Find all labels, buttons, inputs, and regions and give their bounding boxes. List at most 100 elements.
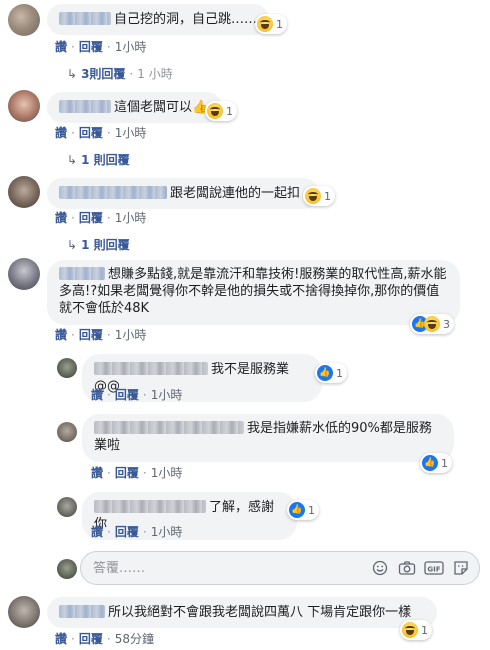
separator: · xyxy=(129,67,134,81)
avatar[interactable] xyxy=(8,176,40,208)
view-replies-link[interactable]: ↳ 3則回覆 · 1 小時 xyxy=(67,65,173,82)
reply-input[interactable] xyxy=(93,560,363,576)
like-link[interactable]: 讚 xyxy=(55,211,67,225)
avatar[interactable] xyxy=(8,90,40,122)
smiley-icon[interactable] xyxy=(370,558,390,578)
timestamp[interactable]: 1小時 xyxy=(115,126,147,140)
view-replies-link[interactable]: ↳ 1 則回覆 xyxy=(67,151,130,168)
gif-icon[interactable]: GIF xyxy=(424,558,444,578)
reaction-count: 1 xyxy=(441,456,448,470)
replies-count[interactable]: 3則回覆 xyxy=(81,67,125,81)
separator: · xyxy=(71,328,75,342)
reaction-summary[interactable]: 1 xyxy=(255,14,287,34)
reply-arrow-icon: ↳ xyxy=(67,238,78,252)
haha-icon xyxy=(305,188,321,204)
redacted-name[interactable] xyxy=(94,500,206,513)
like-link[interactable]: 讚 xyxy=(91,388,103,402)
reaction-count: 1 xyxy=(324,189,331,203)
timestamp[interactable]: 1小時 xyxy=(151,525,183,539)
like-link[interactable]: 讚 xyxy=(55,632,67,646)
redacted-name[interactable] xyxy=(59,186,167,199)
sticker-icon[interactable] xyxy=(451,558,471,578)
redacted-name[interactable] xyxy=(94,421,244,434)
timestamp[interactable]: 1小時 xyxy=(151,388,183,402)
redacted-name[interactable] xyxy=(59,267,105,280)
comment-bubble: 所以我絕對不會跟我老闆說四萬八 下場肯定跟你一樣 xyxy=(47,597,437,628)
comment-text: 所以我絕對不會跟我老闆說四萬八 下場肯定跟你一樣 xyxy=(108,605,412,620)
comment-actions: 讚 · 回覆 · 1小時 xyxy=(55,209,146,226)
view-replies-link[interactable]: ↳ 1 則回覆 xyxy=(67,236,130,253)
reply-link[interactable]: 回覆 xyxy=(79,40,103,54)
reply-link[interactable]: 回覆 xyxy=(115,388,139,402)
comment-text: 自己挖的洞，自己跳…… xyxy=(114,12,258,27)
avatar[interactable] xyxy=(8,596,40,628)
camera-icon[interactable] xyxy=(397,558,417,578)
reaction-summary[interactable]: 👍 3 xyxy=(410,314,454,334)
replies-count[interactable]: 1 則回覆 xyxy=(81,238,130,252)
separator: · xyxy=(106,632,111,646)
reaction-summary[interactable]: 1 xyxy=(400,620,432,640)
avatar[interactable] xyxy=(57,422,77,442)
haha-icon xyxy=(207,103,223,119)
redacted-name[interactable] xyxy=(59,12,111,25)
redacted-name[interactable] xyxy=(59,100,111,113)
reply-link[interactable]: 回覆 xyxy=(79,632,103,646)
separator: · xyxy=(142,388,147,402)
reply-bubble: 我是指嫌薪水低的90%都是服務業啦 xyxy=(82,414,454,462)
reply-link[interactable]: 回覆 xyxy=(79,126,103,140)
reply-arrow-icon: ↳ xyxy=(67,67,78,81)
separator: · xyxy=(107,388,111,402)
gif-label: GIF xyxy=(427,566,440,574)
reaction-summary[interactable]: 👍 1 xyxy=(315,363,347,383)
separator: · xyxy=(106,211,111,225)
redacted-name[interactable] xyxy=(94,362,208,375)
timestamp[interactable]: 1小時 xyxy=(115,40,147,54)
separator: · xyxy=(106,40,111,54)
like-link[interactable]: 讚 xyxy=(91,525,103,539)
reaction-summary[interactable]: 👍 1 xyxy=(287,500,319,520)
avatar[interactable] xyxy=(57,497,77,517)
like-link[interactable]: 讚 xyxy=(55,40,67,54)
reply-link[interactable]: 回覆 xyxy=(115,466,139,480)
redacted-name[interactable] xyxy=(59,605,105,618)
timestamp[interactable]: 1小時 xyxy=(151,466,183,480)
reply-arrow-icon: ↳ xyxy=(67,153,78,167)
timestamp[interactable]: 1小時 xyxy=(115,211,147,225)
timestamp[interactable]: 58分鐘 xyxy=(115,632,154,646)
avatar[interactable] xyxy=(8,258,40,290)
like-link[interactable]: 讚 xyxy=(55,328,67,342)
reply-link[interactable]: 回覆 xyxy=(79,328,103,342)
reaction-count: 1 xyxy=(226,104,233,118)
comment-bubble: 這個老闆可以👍 xyxy=(47,92,222,123)
replies-time: 1 小時 xyxy=(137,67,173,81)
reaction-summary[interactable]: 1 xyxy=(303,186,335,206)
reaction-summary[interactable]: 1 xyxy=(205,101,237,121)
comment-bubble: 想賺多點錢,就是靠流汗和靠技術!服務業的取代性高,薪水能多高!?如果老闆覺得你不… xyxy=(47,260,460,325)
avatar[interactable] xyxy=(8,4,40,36)
timestamp[interactable]: 1小時 xyxy=(115,328,147,342)
comment-text: 想賺多點錢,就是靠流汗和靠技術!服務業的取代性高,薪水能多高!?如果老闆覺得你不… xyxy=(59,267,447,316)
comment-text: 跟老闆說連他的一起扣 xyxy=(170,186,301,201)
separator: · xyxy=(71,40,75,54)
reply-link[interactable]: 回覆 xyxy=(115,525,139,539)
separator: · xyxy=(71,211,75,225)
like-icon: 👍 xyxy=(289,502,305,518)
haha-icon xyxy=(424,316,440,332)
reaction-count: 3 xyxy=(443,317,450,331)
separator: · xyxy=(106,126,111,140)
haha-icon xyxy=(257,16,273,32)
current-user-avatar xyxy=(57,559,77,579)
comment-actions: 讚 · 回覆 · 58分鐘 xyxy=(55,630,154,647)
replies-count[interactable]: 1 則回覆 xyxy=(81,153,130,167)
like-link[interactable]: 讚 xyxy=(91,466,103,480)
comment-actions: 讚 · 回覆 · 1小時 xyxy=(55,38,146,55)
avatar[interactable] xyxy=(57,358,77,378)
reaction-summary[interactable]: 👍 1 xyxy=(420,453,452,473)
reply-link[interactable]: 回覆 xyxy=(79,211,103,225)
comment-text: 這個老闆可以 xyxy=(114,100,193,115)
separator: · xyxy=(107,525,111,539)
comment-actions: 讚 · 回覆 · 1小時 xyxy=(55,326,146,343)
like-link[interactable]: 讚 xyxy=(55,126,67,140)
like-icon: 👍 xyxy=(317,365,333,381)
reaction-count: 1 xyxy=(308,503,315,517)
